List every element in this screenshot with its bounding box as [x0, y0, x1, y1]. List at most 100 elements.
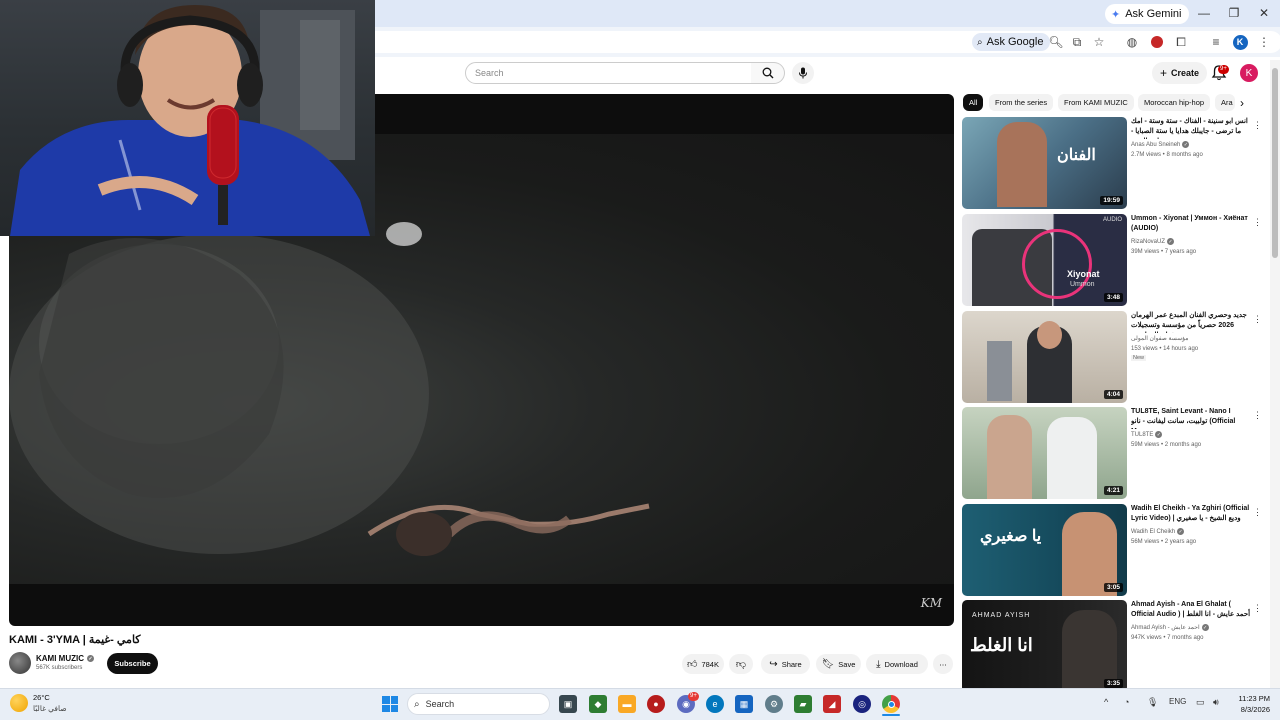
subscribe-button[interactable]: Subscribe — [107, 653, 158, 674]
extensions-puzzle-icon[interactable]: ⧠ — [1173, 34, 1189, 50]
active-app-indicator — [882, 714, 900, 716]
save-button[interactable]: 🔖︎ Save — [816, 654, 861, 674]
settings-gear-icon[interactable]: ⚙ — [765, 695, 783, 713]
clock-time[interactable]: 11:23 PM — [1234, 694, 1270, 703]
channel-avatar[interactable] — [9, 652, 31, 674]
task-view-icon[interactable]: ▣ — [559, 695, 577, 713]
windows-start-icon[interactable] — [382, 696, 398, 712]
video-duration: 3:05 — [1103, 583, 1123, 592]
chip-arabic[interactable]: Ara — [1215, 94, 1235, 111]
app-icon[interactable]: ▰ — [794, 695, 812, 713]
verified-check-icon: ✓ — [87, 655, 94, 662]
verified-check-icon: ✓ — [1201, 624, 1209, 631]
profile-avatar: K — [1232, 34, 1248, 50]
clock-date[interactable]: 8/3/2026 — [1234, 705, 1270, 714]
channel-name: TUL8TE — [1131, 431, 1154, 438]
create-label: Create — [1171, 68, 1200, 78]
language-indicator[interactable]: ENG — [1169, 697, 1186, 706]
taskbar-search-icon: ⌕ — [414, 698, 420, 710]
chrome-browser-icon[interactable] — [882, 695, 900, 713]
taskbar-search-box[interactable]: ⌕ Search — [407, 693, 550, 715]
address-bar[interactable] — [360, 31, 1280, 53]
browser-menu-icon[interactable]: ⋮ — [1256, 34, 1272, 50]
app-icon[interactable]: ● — [647, 695, 665, 713]
create-button[interactable]: + Create — [1152, 62, 1208, 84]
scrollbar-thumb[interactable] — [1272, 68, 1278, 258]
share-label: Share — [781, 659, 802, 669]
edge-browser-icon[interactable]: e — [706, 695, 724, 713]
more-vertical-icon[interactable]: ⋮ — [1253, 120, 1262, 131]
media-control-icon[interactable]: ≡ — [1208, 34, 1224, 50]
video-title: KAMI - 3'YMA | كامي -غيمة — [9, 634, 141, 646]
zoom-icon[interactable]: 🔍︎ — [1048, 34, 1064, 50]
weather-temperature[interactable]: 26°C — [33, 693, 50, 702]
video-meta: 2.7M views • 8 months ago — [1131, 152, 1203, 158]
microsoft-store-icon[interactable]: ▦ — [735, 695, 753, 713]
file-explorer-icon[interactable]: ▬ — [618, 695, 636, 713]
tray-overflow-chevron-icon[interactable]: ^ — [1104, 697, 1108, 707]
video-meta: 39M views • 7 years ago — [1131, 249, 1197, 255]
more-vertical-icon[interactable]: ⋮ — [1253, 603, 1262, 614]
verified-check-icon: ✓ — [1177, 528, 1185, 535]
lens-icon: ⌕ — [977, 36, 983, 48]
more-vertical-icon[interactable]: ⋮ — [1253, 410, 1262, 421]
video-title: TUL8TE, Saint Levant - Nano I تولبيت، سا… — [1131, 408, 1236, 429]
account-avatar[interactable]: K — [1240, 64, 1258, 82]
recommendation-item[interactable]: AUDIO Xiyonat Ummon 3:48 Ummon - Xiyonat… — [962, 214, 1267, 306]
chip-moroccan-hip-hop[interactable]: Moroccan hip-hop — [1138, 94, 1211, 111]
video-thumbnail: 4:21 — [962, 407, 1127, 499]
webcam-person-image — [10, 5, 370, 236]
recommendation-item[interactable]: 4:04 جديد وحصري الفنان المبدع عمر الهرما… — [962, 311, 1267, 403]
app-icon[interactable]: ◆ — [589, 695, 607, 713]
steam-icon[interactable]: ◎ — [853, 695, 871, 713]
video-title: Wadih El Cheikh - Ya Zghiri (Official Ly… — [1131, 505, 1250, 522]
weather-description: صافي غالبًا — [33, 704, 67, 713]
share-button[interactable]: ↪ Share — [761, 654, 810, 674]
speaker-volume-icon[interactable]: 🔊︎ — [1213, 697, 1219, 708]
more-vertical-icon[interactable]: ⋮ — [1253, 217, 1262, 228]
ask-google-button[interactable]: ⌕ Ask Google — [972, 33, 1051, 51]
restore-window-button[interactable]: ❐ — [1222, 4, 1246, 22]
more-actions-button[interactable]: ⋯ — [933, 654, 953, 674]
tray-app-icon[interactable]: ◔ — [1124, 697, 1129, 707]
translate-icon[interactable]: ◍ — [1124, 34, 1140, 50]
network-icon[interactable]: ▭ — [1196, 697, 1205, 708]
recommendation-item[interactable]: يا صغيري 3:05 Wadih El Cheikh - Ya Zghir… — [962, 504, 1267, 596]
more-horizontal-icon: ⋯ — [939, 659, 947, 669]
webcam-overlay — [0, 0, 375, 236]
thumbnail-subcaption: AHMAD AYISH — [972, 612, 1031, 619]
subscriber-count: 567K subscribers — [36, 665, 83, 671]
close-window-button[interactable]: ✕ — [1252, 4, 1276, 22]
app-icon[interactable]: ◢ — [823, 695, 841, 713]
voice-search-button[interactable] — [792, 62, 814, 84]
chip-all[interactable]: All — [963, 94, 984, 111]
like-button[interactable]: 👍︎ 784K — [682, 654, 724, 674]
search-input[interactable]: Search — [465, 62, 752, 84]
more-vertical-icon[interactable]: ⋮ — [1253, 314, 1262, 325]
download-button[interactable]: ⤓ Download — [866, 654, 928, 674]
microphone-icon[interactable]: 🎙︎ — [1147, 697, 1158, 708]
chip-from-channel[interactable]: From KAMI MUZIC — [1058, 94, 1134, 111]
new-badge: New — [1131, 355, 1147, 361]
ask-gemini-button[interactable]: ✦ Ask Gemini — [1105, 4, 1190, 24]
thumbnail-caption: Xiyonat — [1067, 269, 1100, 279]
dislike-button[interactable]: 👎︎ — [729, 654, 753, 674]
channel-name-link[interactable]: KAMI MUZIC ✓ — [36, 654, 94, 663]
minimize-window-button[interactable]: — — [1192, 4, 1216, 22]
weather-icon[interactable] — [10, 694, 28, 712]
video-thumbnail: يا صغيري 3:05 — [962, 504, 1127, 596]
chevron-right-icon[interactable]: › — [1240, 96, 1244, 110]
install-app-icon[interactable]: ⧉ — [1069, 34, 1085, 50]
chip-from-series[interactable]: From the series — [989, 94, 1054, 111]
video-duration: 3:35 — [1103, 679, 1123, 688]
more-vertical-icon[interactable]: ⋮ — [1253, 507, 1262, 518]
bookmark-star-icon[interactable]: ☆ — [1091, 34, 1107, 50]
browser-profile-button[interactable]: K — [1232, 34, 1248, 50]
extension-icon[interactable] — [1149, 34, 1165, 50]
search-button[interactable] — [751, 62, 785, 84]
recommendation-item[interactable]: الفنان 19:59 انس ابو سنينة - الفناك - ست… — [962, 117, 1267, 209]
recommendation-item[interactable]: 4:21 TUL8TE, Saint Levant - Nano I تولبي… — [962, 407, 1267, 499]
recommendation-item[interactable]: AHMAD AYISH انا الغلط 3:35 Ahmad Ayish -… — [962, 600, 1267, 688]
thumbnail-badge: AUDIO — [1102, 217, 1122, 223]
thumbs-down-icon: 👎︎ — [735, 659, 747, 670]
